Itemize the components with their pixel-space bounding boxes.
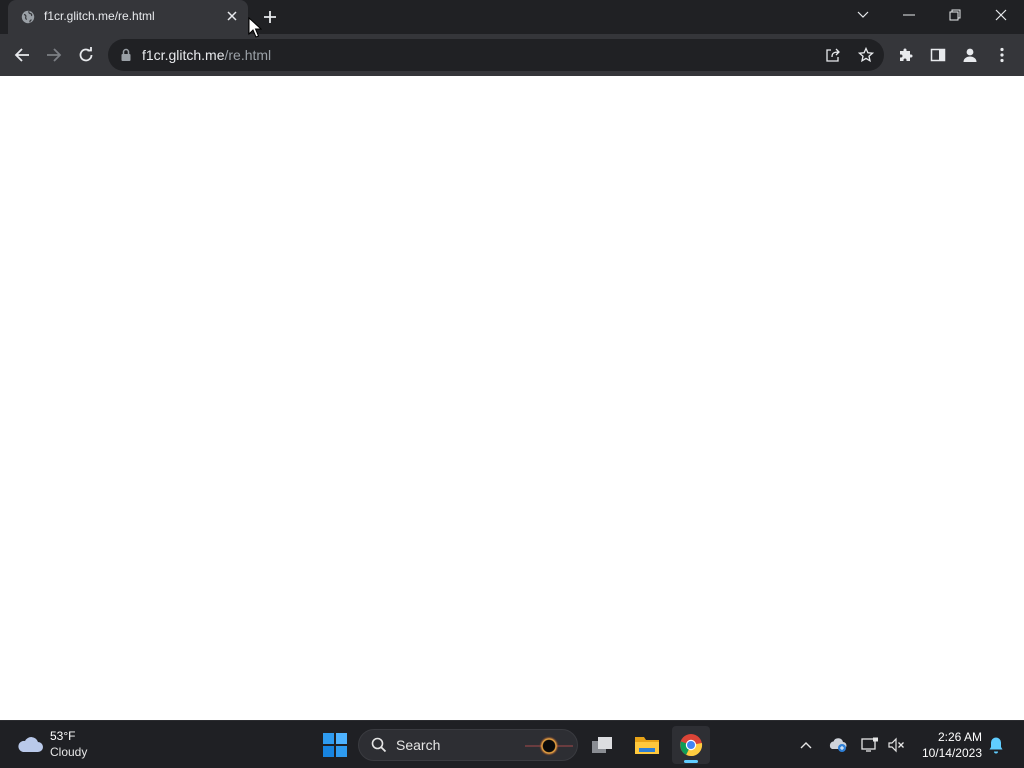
arrow-right-icon	[47, 48, 62, 62]
file-explorer-button[interactable]	[628, 726, 666, 764]
chevron-up-icon	[800, 742, 812, 749]
lock-icon[interactable]	[120, 48, 132, 62]
url-text: f1cr.glitch.me/re.html	[142, 47, 271, 63]
address-bar[interactable]: f1cr.glitch.me/re.html	[108, 39, 884, 71]
url-host: f1cr.glitch.me	[142, 47, 225, 63]
puzzle-icon	[900, 48, 913, 61]
chrome-taskbar-button[interactable]	[672, 726, 710, 764]
taskbar-search-box[interactable]: Search	[358, 729, 578, 761]
close-icon	[995, 9, 1007, 21]
browser-tab[interactable]: f1cr.glitch.me/re.html	[8, 0, 248, 34]
restore-button[interactable]	[932, 0, 978, 30]
display-icon[interactable]	[860, 735, 880, 755]
tab-search-button[interactable]	[840, 0, 886, 30]
plus-icon	[264, 11, 276, 23]
back-button[interactable]	[6, 39, 38, 71]
cloud-icon	[16, 735, 44, 758]
clock-time: 2:26 AM	[937, 730, 982, 744]
chevron-down-icon	[857, 11, 869, 18]
browser-tab-strip: f1cr.glitch.me/re.html	[0, 0, 1024, 34]
more-vert-icon	[1000, 47, 1004, 63]
side-panel-button[interactable]	[922, 39, 954, 71]
weather-temperature: 53°F	[50, 729, 76, 743]
windows-start-icon	[323, 733, 347, 757]
page-content[interactable]	[0, 76, 1024, 720]
share-icon[interactable]	[822, 44, 844, 66]
speaker-muted-icon[interactable]	[886, 735, 906, 755]
menu-button[interactable]	[986, 39, 1018, 71]
tab-title: f1cr.glitch.me/re.html	[44, 9, 155, 23]
task-view-button[interactable]	[584, 726, 622, 764]
minimize-button[interactable]	[886, 0, 932, 30]
onedrive-icon[interactable]	[828, 735, 848, 755]
search-icon	[371, 737, 387, 758]
tab-close-icon[interactable]	[224, 8, 240, 24]
side-panel-icon	[930, 48, 946, 62]
task-view-icon	[592, 737, 612, 753]
url-path: /re.html	[224, 47, 272, 63]
minimize-icon	[903, 14, 915, 16]
clock-date: 10/14/2023	[921, 746, 982, 760]
reload-button[interactable]	[70, 39, 102, 71]
browser-toolbar: f1cr.glitch.me/re.html	[0, 34, 1024, 76]
active-app-indicator	[684, 760, 698, 763]
profile-button[interactable]	[954, 39, 986, 71]
file-explorer-icon	[635, 737, 659, 754]
bell-icon[interactable]	[986, 735, 1006, 755]
restore-icon	[949, 9, 961, 21]
arrow-left-icon	[14, 48, 29, 62]
show-hidden-icons-button[interactable]	[796, 735, 816, 755]
close-window-button[interactable]	[978, 0, 1024, 30]
extensions-button[interactable]	[890, 39, 922, 71]
forward-button[interactable]	[38, 39, 70, 71]
taskbar-clock[interactable]: 2:26 AM 10/14/2023	[912, 729, 982, 761]
search-label: Search	[396, 737, 441, 753]
star-icon[interactable]	[855, 44, 877, 66]
person-icon	[963, 48, 977, 62]
start-button[interactable]	[320, 730, 350, 760]
reload-icon	[79, 47, 93, 62]
windows-taskbar: 53°F Cloudy Search 2:26 AM 10/14/2023	[0, 720, 1024, 768]
weather-condition: Cloudy	[50, 745, 88, 759]
mouse-cursor-icon	[248, 16, 263, 39]
globe-icon	[21, 10, 35, 24]
search-highlight-icon	[525, 734, 573, 758]
new-tab-button[interactable]	[260, 7, 280, 27]
chrome-icon	[680, 734, 703, 757]
